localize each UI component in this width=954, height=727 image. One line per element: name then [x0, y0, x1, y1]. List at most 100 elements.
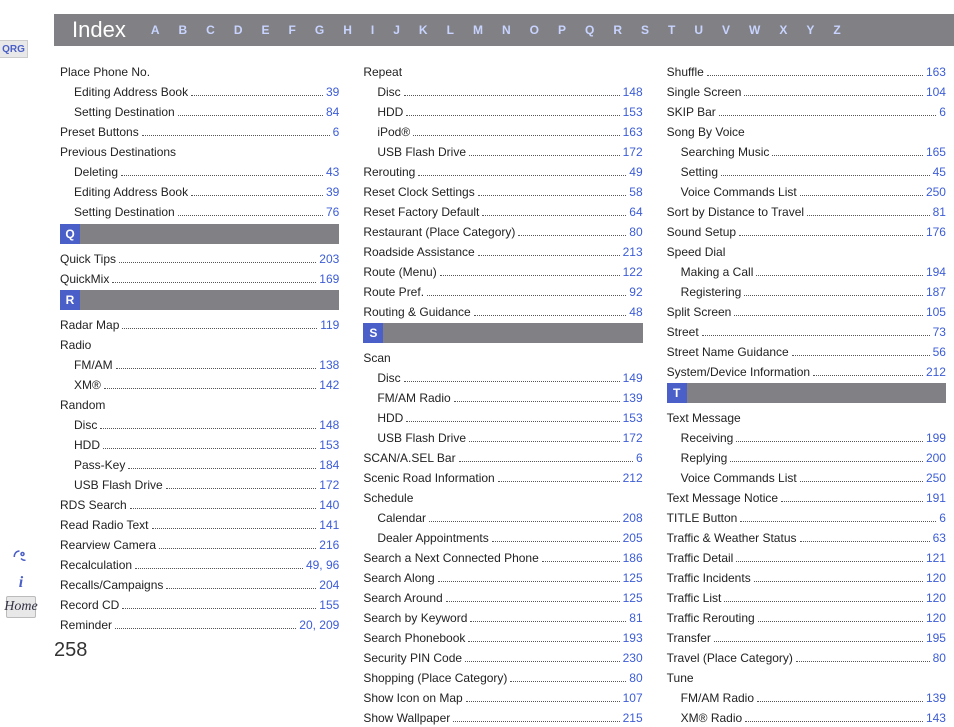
index-letter-k[interactable]: K [419, 23, 428, 37]
page-link[interactable]: 120 [926, 609, 946, 627]
page-link[interactable]: 122 [623, 263, 643, 281]
page-link[interactable]: 199 [926, 429, 946, 447]
page-link[interactable]: 142 [319, 376, 339, 394]
page-link[interactable]: 149 [623, 369, 643, 387]
page-link[interactable]: 172 [319, 476, 339, 494]
home-button[interactable]: Home [6, 596, 36, 618]
page-link[interactable]: 39 [326, 83, 339, 101]
qrg-tab[interactable]: QRG [0, 40, 28, 58]
page-link[interactable]: 76 [326, 203, 339, 221]
index-letter-d[interactable]: D [234, 23, 243, 37]
page-link[interactable]: 6 [636, 449, 643, 467]
page-link[interactable]: 203 [319, 250, 339, 268]
page-link[interactable]: 92 [629, 283, 642, 301]
page-link[interactable]: 194 [926, 263, 946, 281]
page-link[interactable]: 172 [623, 143, 643, 161]
page-link[interactable]: 153 [623, 103, 643, 121]
page-link[interactable]: 73 [933, 323, 946, 341]
page-link[interactable]: 119 [320, 316, 339, 334]
index-letter-j[interactable]: J [393, 23, 400, 37]
index-letter-v[interactable]: V [722, 23, 730, 37]
page-link[interactable]: 250 [926, 183, 946, 201]
page-link[interactable]: 6 [333, 123, 340, 141]
page-link[interactable]: 204 [319, 576, 339, 594]
page-link[interactable]: 148 [623, 83, 643, 101]
page-link[interactable]: 140 [319, 496, 339, 514]
page-link[interactable]: 138 [319, 356, 339, 374]
page-link[interactable]: 163 [926, 63, 946, 81]
page-link[interactable]: 155 [319, 596, 339, 614]
index-letter-r[interactable]: R [613, 23, 622, 37]
page-link[interactable]: 81 [629, 609, 642, 627]
index-letter-t[interactable]: T [668, 23, 675, 37]
page-link[interactable]: 64 [629, 203, 642, 221]
index-letter-p[interactable]: P [558, 23, 566, 37]
page-link[interactable]: 49, 96 [306, 556, 339, 574]
index-letter-q[interactable]: Q [585, 23, 594, 37]
index-letter-x[interactable]: X [779, 23, 787, 37]
index-letter-a[interactable]: A [151, 23, 160, 37]
index-letter-g[interactable]: G [315, 23, 324, 37]
page-link[interactable]: 208 [623, 509, 643, 527]
page-link[interactable]: 163 [623, 123, 643, 141]
page-link[interactable]: 45 [933, 163, 946, 181]
page-link[interactable]: 48 [629, 303, 642, 321]
page-link[interactable]: 105 [926, 303, 946, 321]
index-letter-m[interactable]: M [473, 23, 483, 37]
page-link[interactable]: 63 [933, 529, 946, 547]
page-link[interactable]: 120 [926, 589, 946, 607]
page-link[interactable]: 186 [623, 549, 643, 567]
page-link[interactable]: 205 [623, 529, 643, 547]
index-letter-w[interactable]: W [749, 23, 760, 37]
page-link[interactable]: 125 [623, 589, 643, 607]
page-link[interactable]: 80 [933, 649, 946, 667]
page-link[interactable]: 212 [926, 363, 946, 381]
index-letter-o[interactable]: O [530, 23, 539, 37]
index-letter-n[interactable]: N [502, 23, 511, 37]
index-letter-u[interactable]: U [694, 23, 703, 37]
page-link[interactable]: 143 [926, 709, 946, 727]
page-link[interactable]: 165 [926, 143, 946, 161]
index-letter-z[interactable]: Z [833, 23, 840, 37]
page-link[interactable]: 176 [926, 223, 946, 241]
info-icon[interactable]: i [6, 572, 36, 594]
page-link[interactable]: 120 [926, 569, 946, 587]
index-letter-i[interactable]: I [371, 23, 374, 37]
index-letter-l[interactable]: L [447, 23, 454, 37]
page-link[interactable]: 58 [629, 183, 642, 201]
page-link[interactable]: 213 [623, 243, 643, 261]
page-link[interactable]: 20, 209 [299, 616, 339, 634]
page-link[interactable]: 107 [623, 689, 643, 707]
index-letter-y[interactable]: Y [806, 23, 814, 37]
page-link[interactable]: 49 [629, 163, 642, 181]
index-letter-b[interactable]: B [179, 23, 188, 37]
page-link[interactable]: 125 [623, 569, 643, 587]
page-link[interactable]: 200 [926, 449, 946, 467]
page-link[interactable]: 43 [326, 163, 339, 181]
index-letter-e[interactable]: E [262, 23, 270, 37]
page-link[interactable]: 80 [629, 669, 642, 687]
page-link[interactable]: 139 [623, 389, 643, 407]
page-link[interactable]: 141 [319, 516, 339, 534]
page-link[interactable]: 215 [623, 709, 643, 727]
page-link[interactable]: 6 [939, 509, 946, 527]
page-link[interactable]: 216 [319, 536, 339, 554]
page-link[interactable]: 80 [629, 223, 642, 241]
page-link[interactable]: 104 [926, 83, 946, 101]
page-link[interactable]: 39 [326, 183, 339, 201]
page-link[interactable]: 172 [623, 429, 643, 447]
index-letter-f[interactable]: F [289, 23, 296, 37]
page-link[interactable]: 139 [926, 689, 946, 707]
page-link[interactable]: 191 [926, 489, 946, 507]
page-link[interactable]: 56 [933, 343, 946, 361]
page-link[interactable]: 121 [926, 549, 946, 567]
page-link[interactable]: 153 [319, 436, 339, 454]
page-link[interactable]: 184 [319, 456, 339, 474]
page-link[interactable]: 148 [319, 416, 339, 434]
page-link[interactable]: 6 [939, 103, 946, 121]
page-link[interactable]: 169 [319, 270, 339, 288]
page-link[interactable]: 230 [623, 649, 643, 667]
page-link[interactable]: 193 [623, 629, 643, 647]
page-link[interactable]: 212 [623, 469, 643, 487]
voice-icon[interactable] [6, 546, 36, 568]
